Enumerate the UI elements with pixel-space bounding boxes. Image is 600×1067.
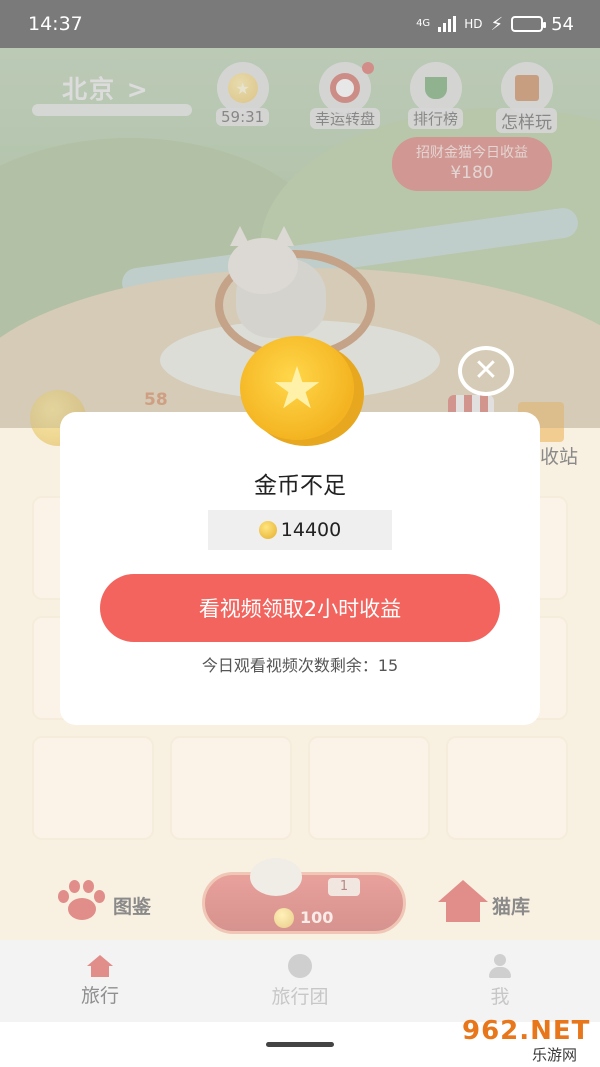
coin-amount: 14400 (280, 519, 342, 541)
star-icon: ★ (271, 354, 323, 422)
watermark-logo: 962.NET 乐游网 (462, 1016, 596, 1064)
insufficient-coins-dialog (60, 412, 540, 725)
watermark-top: 962.NET (462, 1016, 591, 1046)
watermark-bottom: 乐游网 (532, 1046, 578, 1064)
charging-icon: ⚡ (490, 13, 504, 35)
signal-icon (438, 16, 457, 32)
status-time: 14:37 (28, 13, 83, 35)
coin-balance: 14400 (208, 510, 392, 550)
hd-label: HD (464, 17, 483, 31)
coin-icon: ★ (240, 336, 366, 448)
watch-video-button[interactable]: 看视频领取2小时收益 (100, 574, 500, 642)
battery-icon (511, 16, 547, 32)
coin-icon (258, 521, 277, 539)
status-icons: 4G HD ⚡ 54 (416, 14, 574, 35)
coin-face: ★ (240, 336, 354, 440)
home-gesture-pill[interactable] (266, 1042, 334, 1047)
remaining-views-text: 今日观看视频次数剩余：15 (201, 656, 399, 675)
status-bar: 14:37 4G HD ⚡ 54 (0, 0, 600, 48)
dialog-title: 金币不足 (254, 473, 346, 499)
close-icon[interactable]: ✕ (458, 346, 514, 396)
battery-percent: 54 (551, 13, 574, 35)
network-label: 4G (416, 18, 431, 29)
